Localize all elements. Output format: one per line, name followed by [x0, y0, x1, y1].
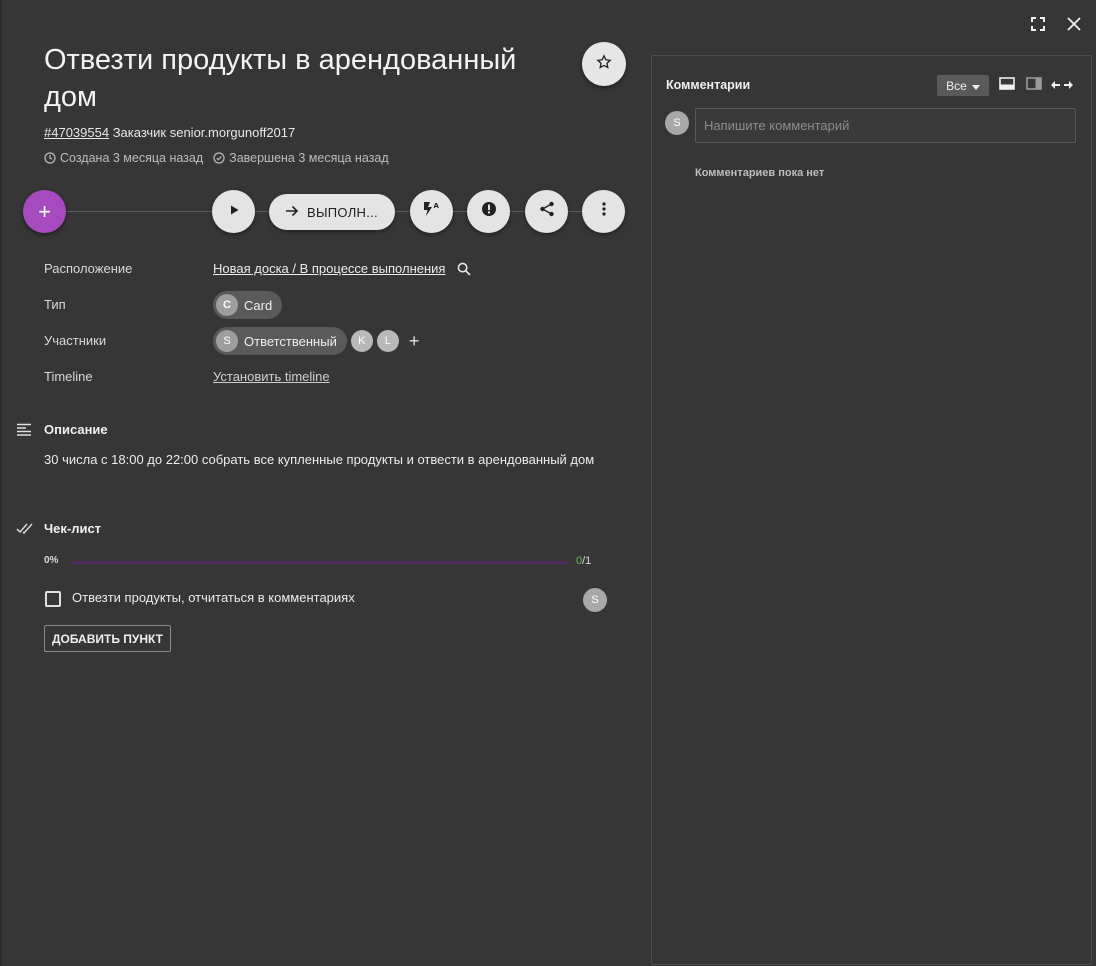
comments-filter-dropdown[interactable]: Все — [937, 75, 989, 96]
automation-button[interactable]: A — [410, 190, 453, 233]
fullscreen-icon[interactable] — [1026, 12, 1050, 36]
checklist-title: Чек-лист — [44, 521, 102, 536]
task-meta: #47039554 Заказчик senior.morgunoff2017 — [44, 125, 295, 140]
search-icon[interactable] — [457, 262, 472, 276]
responsible-label: Ответственный — [244, 333, 337, 349]
task-dates: Создана 3 месяца назад Завершена 3 месяц… — [44, 151, 389, 165]
auto-flash-icon: A — [422, 200, 442, 223]
member-avatar-k[interactable]: K — [350, 330, 373, 352]
star-icon — [596, 53, 612, 75]
members-label: Участники — [44, 333, 107, 348]
responsible-avatar: S — [216, 330, 238, 352]
task-title[interactable]: Отвезти продукты в арендованный дом — [44, 42, 564, 116]
members-row: S Ответственный K L + — [213, 327, 419, 355]
play-icon — [228, 203, 240, 221]
set-timeline-link[interactable]: Установить timeline — [213, 369, 330, 384]
more-button[interactable] — [582, 190, 625, 233]
svg-text:A: A — [433, 202, 439, 210]
type-value: Card — [244, 297, 273, 313]
alert-button[interactable] — [467, 190, 510, 233]
more-vert-icon — [601, 202, 606, 221]
type-label: Тип — [44, 297, 66, 312]
add-button[interactable]: + — [23, 190, 66, 233]
arrow-right-icon — [285, 205, 299, 220]
description-icon — [16, 422, 32, 438]
chevron-down-icon — [971, 79, 980, 93]
dock-right-icon — [1026, 77, 1042, 95]
description-title: Описание — [44, 422, 108, 437]
task-id-link[interactable]: #47039554 — [44, 125, 109, 140]
location-label: Расположение — [44, 261, 133, 276]
type-avatar: C — [216, 294, 238, 316]
arrows-horizontal-icon — [1051, 77, 1073, 95]
customer-label: Заказчик — [112, 125, 167, 140]
double-check-icon — [16, 521, 33, 537]
comment-input[interactable] — [695, 108, 1076, 143]
member-avatar-l[interactable]: L — [376, 330, 399, 352]
completed-text: Завершена 3 месяца назад — [229, 151, 389, 165]
status-button[interactable]: ВЫПОЛН... — [269, 194, 395, 230]
add-item-button[interactable]: ДОБАВИТЬ ПУНКТ — [44, 625, 171, 652]
share-icon — [539, 201, 555, 222]
timeline-label: Timeline — [44, 369, 93, 384]
expand-width-button[interactable] — [1050, 76, 1074, 96]
dock-bottom-icon — [999, 77, 1015, 95]
close-icon[interactable] — [1062, 12, 1086, 36]
responsible-chip[interactable]: S Ответственный — [213, 327, 347, 355]
play-button[interactable] — [212, 190, 255, 233]
comments-panel — [651, 55, 1092, 965]
dock-bottom-button[interactable] — [996, 76, 1018, 96]
window-edge — [0, 0, 2, 966]
checklist-percent: 0% — [44, 555, 59, 566]
dock-right-button[interactable] — [1023, 76, 1045, 96]
checklist-item-avatar[interactable]: S — [583, 588, 607, 612]
no-comments-text: Комментариев пока нет — [695, 167, 825, 179]
checklist-progress-bar — [72, 561, 568, 564]
checklist-count: 0/1 — [576, 555, 591, 567]
add-member-icon[interactable]: + — [409, 331, 420, 352]
type-row: C Card — [213, 291, 283, 319]
alert-icon — [481, 201, 497, 222]
comment-user-avatar: S — [665, 111, 689, 135]
plus-icon: + — [38, 198, 51, 224]
location-row: Новая доска / В процессе выполнения — [213, 261, 472, 276]
clock-icon — [44, 152, 56, 164]
customer-name: senior.morgunoff2017 — [169, 125, 296, 140]
checklist-item-checkbox[interactable] — [45, 591, 61, 607]
favorite-button[interactable] — [582, 42, 626, 86]
share-button[interactable] — [525, 190, 568, 233]
checklist-item-label[interactable]: Отвезти продукты, отчитаться в комментар… — [72, 590, 355, 605]
comments-filter-value: Все — [946, 78, 967, 93]
created-text: Создана 3 месяца назад — [60, 151, 204, 165]
status-label: ВЫПОЛН... — [307, 204, 378, 220]
description-text[interactable]: 30 числа с 18:00 до 22:00 собрать все ку… — [44, 452, 594, 467]
timeline-row: Установить timeline — [213, 369, 330, 384]
type-chip[interactable]: C Card — [213, 291, 283, 319]
location-link[interactable]: Новая доска / В процессе выполнения — [213, 261, 445, 276]
check-circle-icon — [213, 152, 225, 164]
checklist-total-count: /1 — [582, 555, 592, 567]
comments-title: Комментарии — [666, 78, 751, 92]
